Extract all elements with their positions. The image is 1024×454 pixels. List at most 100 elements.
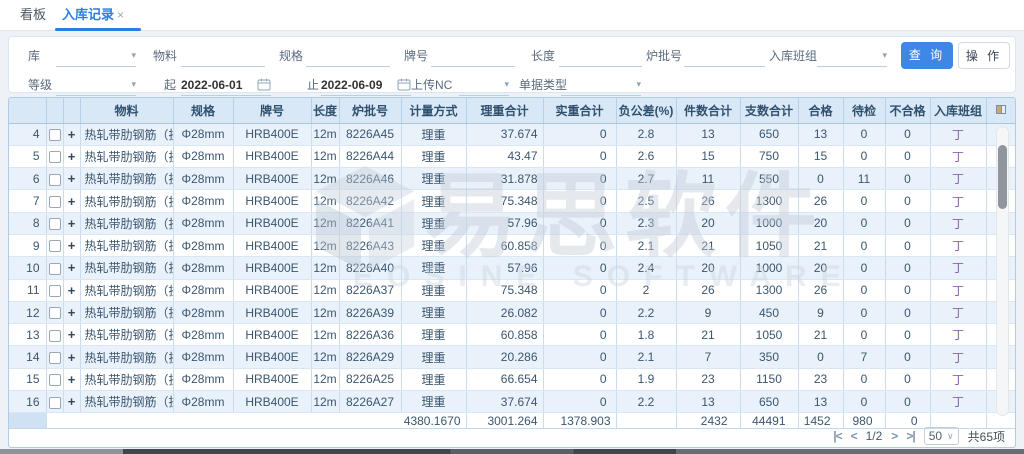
records-table-panel: 物料 规格 牌号 长度 炉批号 计量方式 理重合计 实重合计 负公差(%) 件数… [8,97,1016,448]
col-method[interactable]: 计量方式 [401,98,466,123]
inbound-team-select[interactable]: ▾ [817,45,887,67]
spec-input[interactable] [306,45,390,67]
col-brand[interactable]: 牌号 [233,98,311,123]
row-checkbox[interactable] [49,196,61,208]
tab-inbound-records-label: 入库记录 [62,7,114,22]
col-pending[interactable]: 待检 [843,98,885,123]
col-theo-total[interactable]: 理重合计 [466,98,543,123]
expand-row-icon[interactable]: + [68,127,76,142]
expand-row-icon[interactable]: + [68,283,76,298]
search-button[interactable]: 查 询 [901,42,953,69]
col-unqualified[interactable]: 不合格 [885,98,930,123]
row-checkbox[interactable] [49,397,61,409]
expand-row-icon[interactable]: + [68,149,76,164]
row-checkbox[interactable] [49,307,61,319]
col-material[interactable]: 物料 [80,98,173,123]
expand-row-icon[interactable]: + [68,260,76,275]
col-qualified[interactable]: 合格 [798,98,843,123]
brand-input[interactable] [431,45,515,67]
pagination: |< < 1/2 > >| 50 ∨ 共65项 [833,427,1005,445]
warehouse-select[interactable]: ▾ [56,45,136,67]
date-to-input[interactable]: 2022-06-09 [321,74,411,96]
table-row[interactable]: 15 + 热轧带肋钢筋（抗震） Φ28mm HRB400E 12m 8226A2… [9,368,1015,390]
expand-row-icon[interactable]: + [68,216,76,231]
row-checkbox[interactable] [49,374,61,386]
table-row[interactable]: 7 + 热轧带肋钢筋（抗震） Φ28mm HRB400E 12m 8226A42… [9,190,1015,212]
cell-qualified: 15 [798,145,843,167]
table-row[interactable]: 10 + 热轧带肋钢筋（抗震） Φ28mm HRB400E 12m 8226A4… [9,257,1015,279]
row-checkbox[interactable] [49,151,61,163]
expand-row-icon[interactable]: + [68,305,76,320]
row-checkbox[interactable] [49,285,61,297]
calendar-icon[interactable] [257,78,271,91]
cell-length: 12m [311,346,339,368]
cell-team: 丁 [930,123,986,145]
row-checkbox[interactable] [49,352,61,364]
row-checkbox[interactable] [49,129,61,141]
expand-row-icon[interactable]: + [68,238,76,253]
row-checkbox[interactable] [49,330,61,342]
table-row[interactable]: 16 + 热轧带肋钢筋（抗震） Φ28mm HRB400E 12m 8226A2… [9,391,1015,413]
material-label: 物料 [153,45,177,67]
cell-theo-total: 43.47 [466,145,543,167]
material-input[interactable] [181,45,265,67]
table-row[interactable]: 6 + 热轧带肋钢筋（抗震） Φ28mm HRB400E 12m 8226A46… [9,168,1015,190]
cell-actual-total: 0 [543,145,616,167]
row-checkbox[interactable] [49,263,61,275]
cell-method: 理重 [401,123,466,145]
cell-pending: 0 [843,123,885,145]
row-checkbox[interactable] [49,240,61,252]
col-actual-total[interactable]: 实重合计 [543,98,616,123]
table-row[interactable]: 5 + 热轧带肋钢筋（抗震） Φ28mm HRB400E 12m 8226A44… [9,145,1015,167]
prev-page-icon[interactable]: < [851,429,857,443]
cell-actual-total: 0 [543,168,616,190]
scrollbar-thumb[interactable] [998,145,1007,209]
close-icon[interactable]: × [117,8,124,22]
col-bars-total[interactable]: 支数合计 [740,98,798,123]
col-spec[interactable]: 规格 [173,98,233,123]
tab-board[interactable]: 看板 [20,0,46,30]
tab-inbound-records[interactable]: 入库记录× [62,0,124,30]
table-row[interactable]: 11 + 热轧带肋钢筋（抗震） Φ28mm HRB400E 12m 8226A3… [9,279,1015,301]
date-from-input[interactable]: 2022-06-01 [181,74,271,96]
upload-nc-select[interactable]: ▾ [459,74,509,96]
expand-row-icon[interactable]: + [68,394,76,409]
table-row[interactable]: 4 + 热轧带肋钢筋（抗震） Φ28mm HRB400E 12m 8226A45… [9,123,1015,145]
table-row[interactable]: 8 + 热轧带肋钢筋（抗震） Φ28mm HRB400E 12m 8226A41… [9,212,1015,234]
col-team[interactable]: 入库班组 [930,98,986,123]
next-page-icon[interactable]: > [891,429,897,443]
row-checkbox[interactable] [49,174,61,186]
cell-tolerance: 2.2 [616,301,676,323]
table-row[interactable]: 13 + 热轧带肋钢筋（抗震） Φ28mm HRB400E 12m 8226A3… [9,324,1015,346]
row-checkbox[interactable] [49,218,61,230]
expand-row-icon[interactable]: + [68,372,76,387]
cell-unqualified: 0 [885,279,930,301]
expand-row-icon[interactable]: + [68,350,76,365]
upload-nc-label: 上传NC [411,74,452,96]
table-row[interactable]: 9 + 热轧带肋钢筋（抗震） Φ28mm HRB400E 12m 8226A43… [9,234,1015,256]
col-tolerance[interactable]: 负公差(%) [616,98,676,123]
expand-row-icon[interactable]: + [68,171,76,186]
page-size-select[interactable]: 50 ∨ [924,427,959,445]
expand-row-icon[interactable]: + [68,327,76,342]
table-row[interactable]: 14 + 热轧带肋钢筋（抗震） Φ28mm HRB400E 12m 8226A2… [9,346,1015,368]
cell-qualified: 26 [798,190,843,212]
col-select-all[interactable] [46,98,63,123]
grade-select[interactable]: ▾ [56,74,136,96]
vertical-scrollbar[interactable] [996,126,1009,416]
expand-row-icon[interactable]: + [68,194,76,209]
cell-qualified: 9 [798,301,843,323]
column-settings-icon[interactable] [996,105,1006,114]
action-button[interactable]: 操 作 [958,42,1010,69]
col-heat-no[interactable]: 炉批号 [339,98,401,123]
summary-theo-total: 3001.264 [466,413,543,429]
first-page-icon[interactable]: |< [833,429,841,443]
last-page-icon[interactable]: >| [906,429,914,443]
calendar-icon[interactable] [397,78,411,91]
doc-type-select[interactable]: ▾ [561,74,641,96]
col-length[interactable]: 长度 [311,98,339,123]
heat-no-input[interactable] [684,45,765,67]
table-row[interactable]: 12 + 热轧带肋钢筋（抗震） Φ28mm HRB400E 12m 8226A3… [9,301,1015,323]
col-pieces-total[interactable]: 件数合计 [676,98,740,123]
length-input[interactable] [559,45,642,67]
